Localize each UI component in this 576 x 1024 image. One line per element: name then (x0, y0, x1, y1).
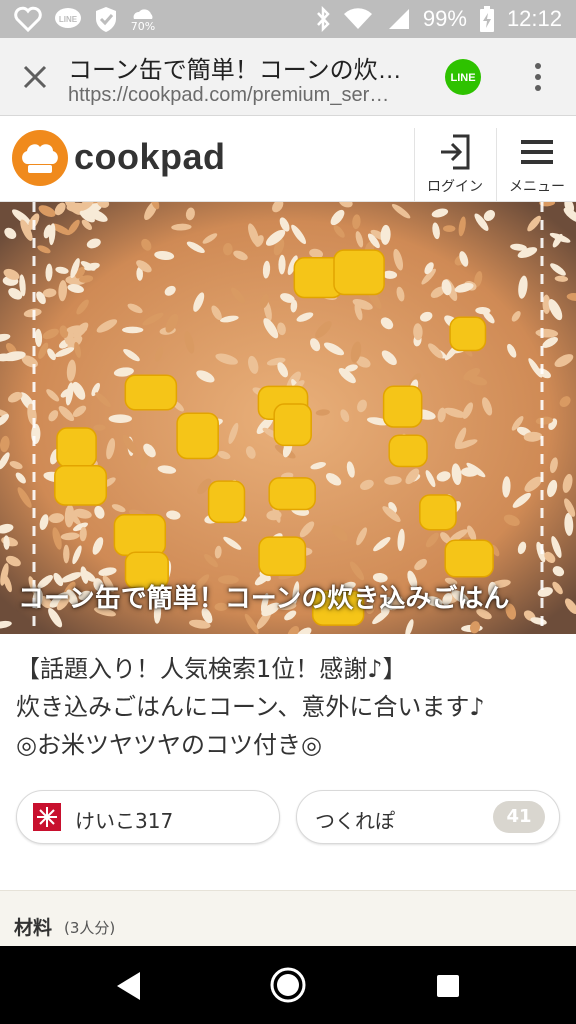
weather-text: 70% (130, 19, 156, 33)
hero-caption: コーン缶で簡単！コーンの炊き込みごはん (18, 584, 510, 614)
line-share-icon[interactable]: LINE (444, 58, 482, 96)
browser-page-title: コーン缶で簡単！コーンの炊… (68, 57, 402, 84)
browser-toolbar: コーン缶で簡単！コーンの炊… https://cookpad.com/premi… (0, 38, 576, 116)
home-icon[interactable] (269, 966, 307, 1004)
menu-button[interactable]: メニュー (496, 128, 576, 202)
description-line: 【話題入り！人気検索1位！感謝♪】 (16, 655, 407, 683)
browser-url[interactable]: https://cookpad.com/premium_ser… (68, 84, 428, 107)
ingredients-servings: (3人分) (64, 919, 116, 937)
author-name: けいこ317 (75, 809, 174, 833)
wifi-icon (343, 8, 372, 30)
clock: 12:12 (506, 6, 562, 31)
tsukurepo-button[interactable]: つくれぽ 41 (296, 790, 560, 844)
tsukurepo-label: つくれぽ (315, 809, 395, 833)
chef-hat-logo-icon[interactable] (12, 130, 68, 186)
corn-kernel (54, 464, 108, 506)
corn-kernel (382, 385, 423, 428)
author-button[interactable]: けいこ317 (16, 790, 280, 844)
corn-kernel (207, 480, 246, 524)
corn-kernel (258, 536, 307, 576)
heart-outline-icon (14, 6, 42, 32)
login-icon (441, 134, 470, 170)
login-button[interactable]: ログイン (414, 128, 494, 202)
line-label: LINE (450, 72, 475, 84)
corn-kernel (449, 316, 487, 352)
recipe-description: 【話題入り！人気検索1位！感謝♪】 炊き込みごはんにコーン、意外に合います♪ ◎… (16, 650, 564, 764)
corn-kernel (113, 514, 167, 557)
ingredients-section: 材料 (3人分) (0, 890, 576, 946)
rice-grain (63, 544, 70, 564)
rice-grain (122, 326, 144, 334)
signal-icon (388, 9, 409, 29)
battery-percent: 99% (422, 6, 467, 31)
corn-kernel (419, 494, 457, 531)
author-avatar-icon (33, 803, 61, 831)
svg-text:LINE: LINE (59, 15, 78, 24)
rice-photo (0, 202, 576, 634)
corn-kernel (176, 412, 219, 460)
corn-kernel (333, 249, 385, 296)
back-icon[interactable] (114, 970, 144, 1002)
system-navigation-bar (0, 946, 576, 1024)
line-notification-icon: LINE (55, 8, 81, 28)
corn-kernel (56, 427, 97, 468)
more-options-icon[interactable] (526, 60, 550, 94)
weather-indicator: 70% (130, 7, 156, 32)
bluetooth-icon (316, 6, 330, 32)
menu-label: メニュー (509, 179, 565, 195)
tsukurepo-count-badge: 41 (493, 801, 545, 833)
cookpad-logo-text[interactable]: cookpad (74, 136, 226, 178)
hamburger-menu-icon (521, 140, 553, 164)
close-tab-icon[interactable] (18, 60, 52, 94)
ingredients-heading: 材料 (14, 917, 53, 939)
shield-check-icon (96, 7, 116, 32)
weather-icon (133, 8, 153, 19)
description-line: ◎お米ツヤツヤのコツ付き◎ (16, 731, 322, 759)
status-bar: LINE 70% 99% 12:12 (0, 0, 576, 38)
recipe-hero-image[interactable]: コーン缶で簡単！コーンの炊き込みごはん (0, 202, 576, 634)
rice-grain (443, 225, 456, 232)
battery-charging-icon (479, 6, 494, 32)
corn-kernel (124, 374, 178, 411)
rice-grain (108, 414, 132, 423)
corn-kernel (268, 477, 316, 511)
login-label: ログイン (427, 179, 483, 195)
corn-kernel (444, 539, 494, 578)
recent-apps-icon[interactable] (436, 974, 460, 998)
site-header: cookpad ログイン メニュー (0, 116, 576, 202)
corn-kernel (273, 403, 312, 447)
description-line: 炊き込みごはんにコーン、意外に合います♪ (16, 693, 485, 721)
chef-hat-icon (22, 144, 58, 173)
corn-kernel (388, 434, 428, 468)
